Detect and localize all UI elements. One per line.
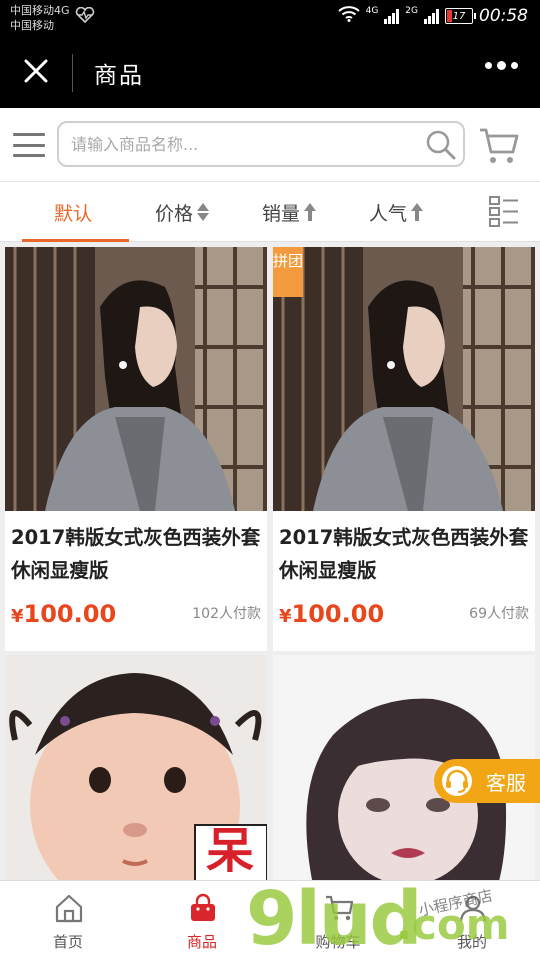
- tab-sales[interactable]: 销量: [262, 182, 317, 242]
- cart-icon: [324, 893, 354, 923]
- product-image: [273, 247, 535, 511]
- battery-icon: 17: [445, 8, 476, 24]
- currency-symbol: ¥: [279, 606, 292, 627]
- price-value: 100.00: [291, 600, 385, 628]
- search-input[interactable]: [71, 131, 411, 157]
- network-type-1: 4G: [365, 6, 379, 16]
- carrier-secondary: 中国移动: [10, 19, 54, 32]
- product-price: ¥100.00: [279, 600, 384, 628]
- title-divider: [72, 54, 73, 92]
- tab-popularity[interactable]: 人气: [369, 182, 424, 242]
- tab-cart[interactable]: 购物车: [288, 881, 388, 960]
- search-box[interactable]: [57, 121, 465, 167]
- tab-sales-label: 销量: [262, 202, 301, 225]
- signal-icon: [384, 8, 400, 24]
- tab-home[interactable]: 首页: [18, 881, 118, 960]
- product-name: 2017韩版女式灰色西装外套休闲显瘦版: [279, 526, 529, 582]
- wifi-icon: [337, 6, 360, 26]
- headset-icon: [442, 766, 472, 796]
- tab-default-label: 默认: [54, 202, 93, 225]
- status-bar: 中国移动4G 中国移动 4G 2G 17 00:58: [0, 0, 540, 38]
- status-indicators: 4G 2G 17 00:58: [337, 6, 528, 26]
- page-title: 商品: [94, 63, 144, 89]
- close-icon[interactable]: [20, 56, 52, 88]
- tab-default[interactable]: 默认: [54, 182, 92, 242]
- sort-both-icon: [197, 203, 210, 221]
- tab-home-label: 首页: [52, 933, 83, 951]
- list-layout-icon[interactable]: [488, 194, 520, 232]
- arrow-up-icon: [304, 203, 317, 221]
- product-card[interactable]: 拼团 2017韩版女式灰色西装外套休闲显瘦版 ¥100.00 69人付款: [273, 247, 535, 651]
- bottom-tab-bar: 首页 商品 购物车 我的: [0, 880, 540, 960]
- more-icon[interactable]: [485, 61, 518, 70]
- product-price: ¥100.00: [11, 600, 116, 628]
- network-type-2: 2G: [405, 6, 418, 16]
- sold-count: 69人付款: [469, 606, 529, 622]
- battery-level: 17: [452, 10, 466, 22]
- currency-symbol: ¥: [11, 606, 24, 627]
- menu-icon[interactable]: [13, 133, 45, 157]
- home-icon: [54, 893, 84, 923]
- sort-tabs: 默认 价格 销量 人气: [0, 182, 540, 242]
- tab-price[interactable]: 价格: [155, 182, 210, 242]
- tab-price-label: 价格: [155, 202, 194, 225]
- tab-products-label: 商品: [186, 933, 217, 951]
- active-tab-indicator: [22, 239, 129, 242]
- tab-cart-label: 购物车: [315, 933, 361, 951]
- price-value: 100.00: [23, 600, 117, 628]
- sold-count: 102人付款: [192, 606, 261, 622]
- bag-icon: [188, 893, 218, 923]
- product-card[interactable]: 呆: [5, 655, 267, 885]
- clock: 00:58: [479, 6, 528, 26]
- search-icon[interactable]: [425, 129, 457, 165]
- signal-icon-2: [424, 8, 439, 24]
- group-buy-badge: 拼团: [273, 247, 303, 297]
- overlay-text: 呆: [205, 823, 254, 879]
- customer-service-button[interactable]: 客服: [434, 759, 540, 803]
- tab-popularity-label: 人气: [369, 202, 408, 225]
- tab-me-label: 我的: [456, 933, 487, 951]
- app-screen: 中国移动4G 中国移动 4G 2G 17 00:58 商品 请输入商品名称...…: [0, 0, 540, 960]
- cart-icon[interactable]: [478, 126, 520, 170]
- arrow-up-icon: [411, 203, 424, 221]
- search-bar: [0, 108, 540, 182]
- carrier-info: 中国移动4G 中国移动: [10, 3, 70, 33]
- customer-service-label: 客服: [486, 770, 526, 795]
- product-image: 呆: [5, 655, 267, 885]
- carrier-primary: 中国移动4G: [10, 4, 70, 17]
- tab-products[interactable]: 商品: [152, 881, 252, 960]
- user-icon: [458, 893, 488, 923]
- product-name: 2017韩版女式灰色西装外套休闲显瘦版: [11, 526, 261, 582]
- heartbeat-icon: [74, 6, 96, 27]
- product-card[interactable]: 2017韩版女式灰色西装外套休闲显瘦版 ¥100.00 102人付款: [5, 247, 267, 651]
- tab-me[interactable]: 我的: [422, 881, 522, 960]
- product-image: [5, 247, 267, 511]
- title-bar: 商品: [0, 38, 540, 108]
